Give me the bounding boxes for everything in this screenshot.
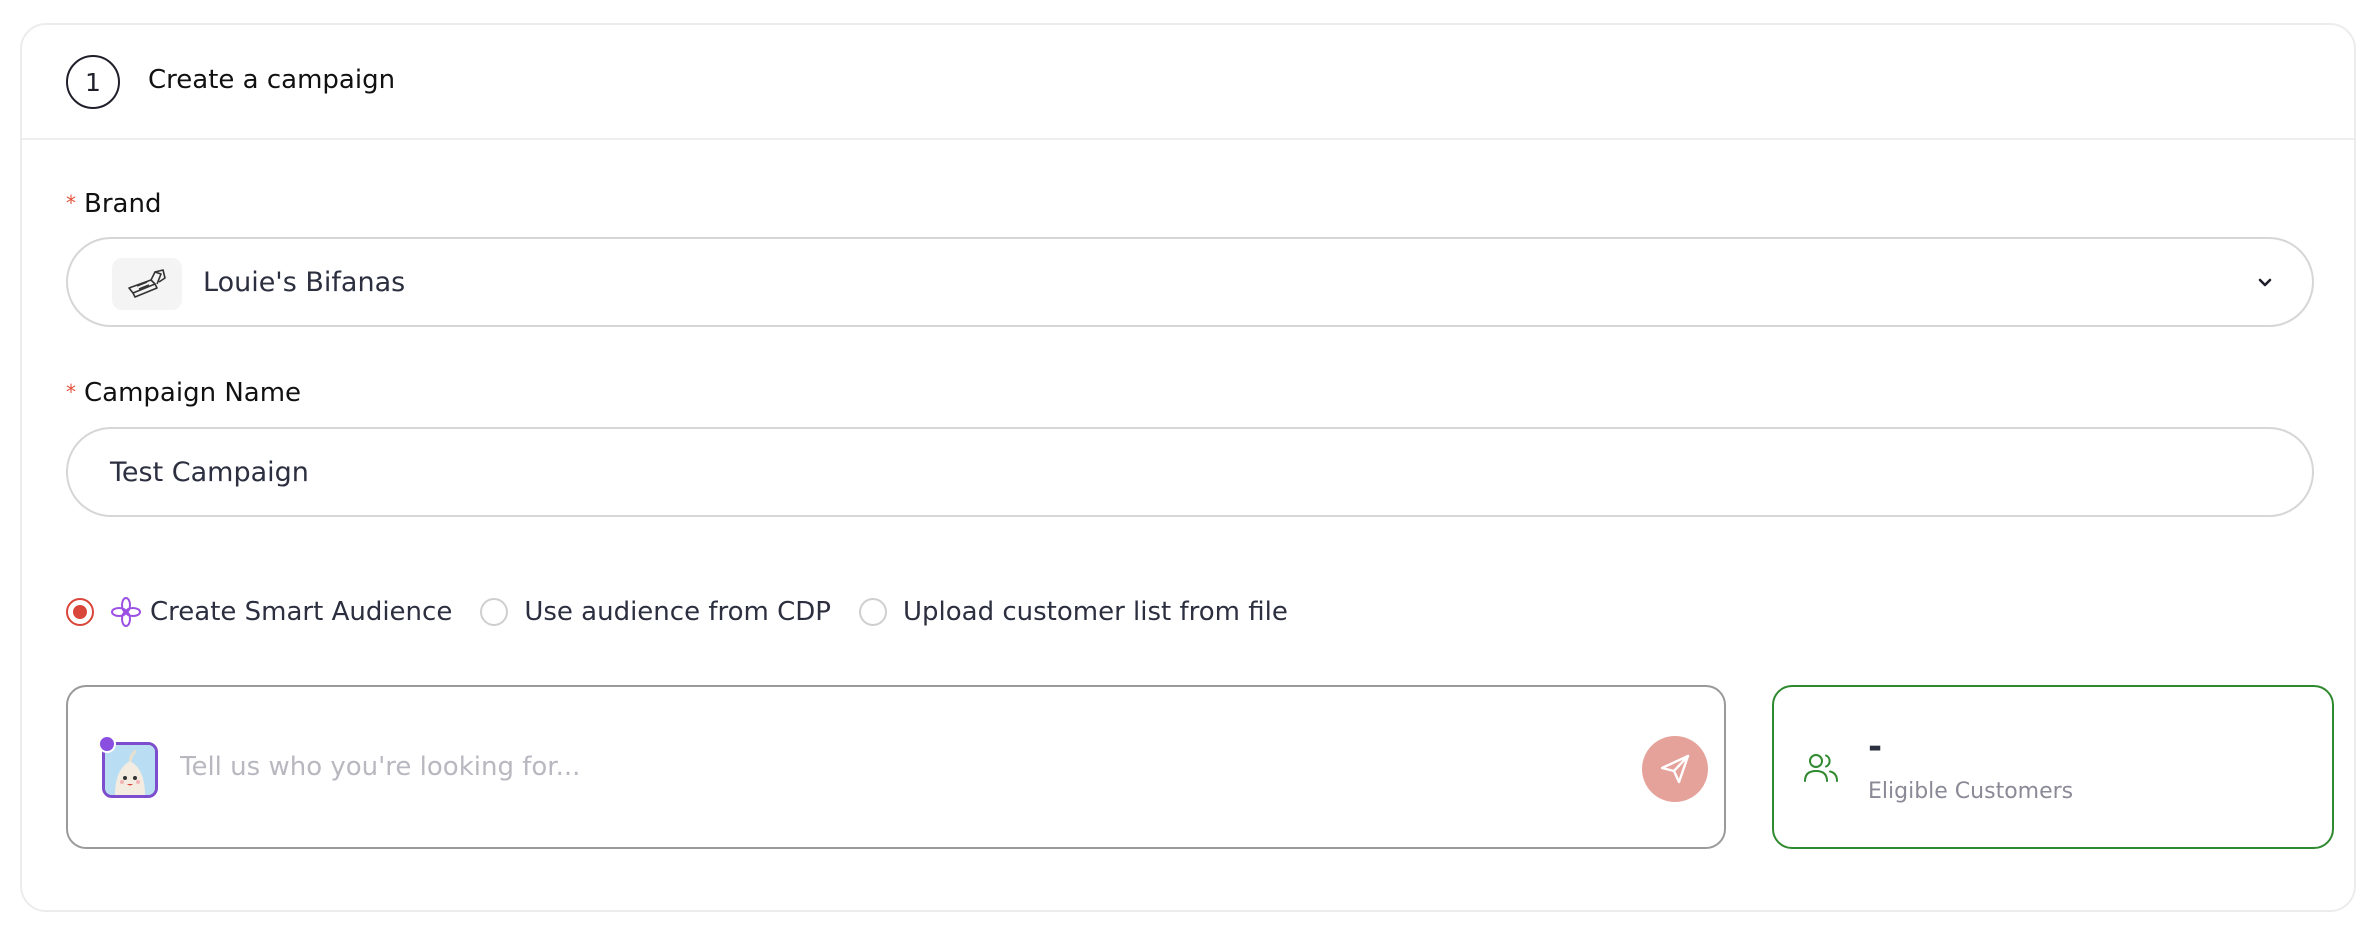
radio-button[interactable] [480, 598, 509, 626]
radio-create-smart-audience[interactable]: Create Smart Audience [66, 596, 452, 628]
users-icon [1804, 754, 1838, 782]
sparkle-icon [111, 597, 141, 627]
eligible-customers-card: - Eligible Customers [1772, 685, 2334, 849]
card-header: 1 Create a campaign [22, 25, 2354, 140]
radio-label: Create Smart Audience [150, 597, 453, 627]
brand-label-text: Brand [84, 189, 162, 219]
step-number-badge: 1 [66, 55, 120, 109]
sandwich-logo-icon [112, 258, 182, 310]
chevron-down-icon[interactable] [2254, 272, 2276, 294]
campaign-name-label-text: Campaign Name [84, 378, 302, 408]
brand-label: * Brand [66, 189, 161, 219]
radio-use-audience-cdp[interactable]: Use audience from CDP [480, 597, 831, 627]
send-icon [1660, 754, 1690, 784]
radio-upload-customer-list[interactable]: Upload customer list from file [858, 597, 1288, 627]
eligible-customers-count: - [1868, 727, 1883, 767]
campaign-name-value[interactable]: Test Campaign [110, 457, 309, 488]
eligible-customers-label: Eligible Customers [1868, 779, 2074, 804]
campaign-name-field[interactable]: Test Campaign [66, 427, 2314, 517]
audience-prompt-input[interactable] [180, 745, 1580, 789]
required-mark: * [66, 191, 76, 215]
radio-label: Upload customer list from file [902, 597, 1288, 627]
page-title: Create a campaign [148, 65, 396, 95]
campaign-card: 1 Create a campaign * Brand Louie's Bifan… [20, 23, 2356, 912]
avatar-status-dot [98, 735, 116, 753]
brand-select[interactable]: Louie's Bifanas [66, 237, 2314, 327]
campaign-name-label: * Campaign Name [66, 378, 301, 408]
required-mark: * [66, 380, 76, 404]
audience-source-options: Create Smart Audience Use audience from … [66, 592, 1316, 632]
radio-button-selected[interactable] [66, 598, 94, 626]
audience-prompt-box [66, 685, 1726, 849]
radio-label: Use audience from CDP [524, 597, 831, 627]
radio-button[interactable] [858, 598, 887, 626]
brand-selected-value: Louie's Bifanas [203, 267, 406, 298]
send-button[interactable] [1642, 736, 1708, 802]
